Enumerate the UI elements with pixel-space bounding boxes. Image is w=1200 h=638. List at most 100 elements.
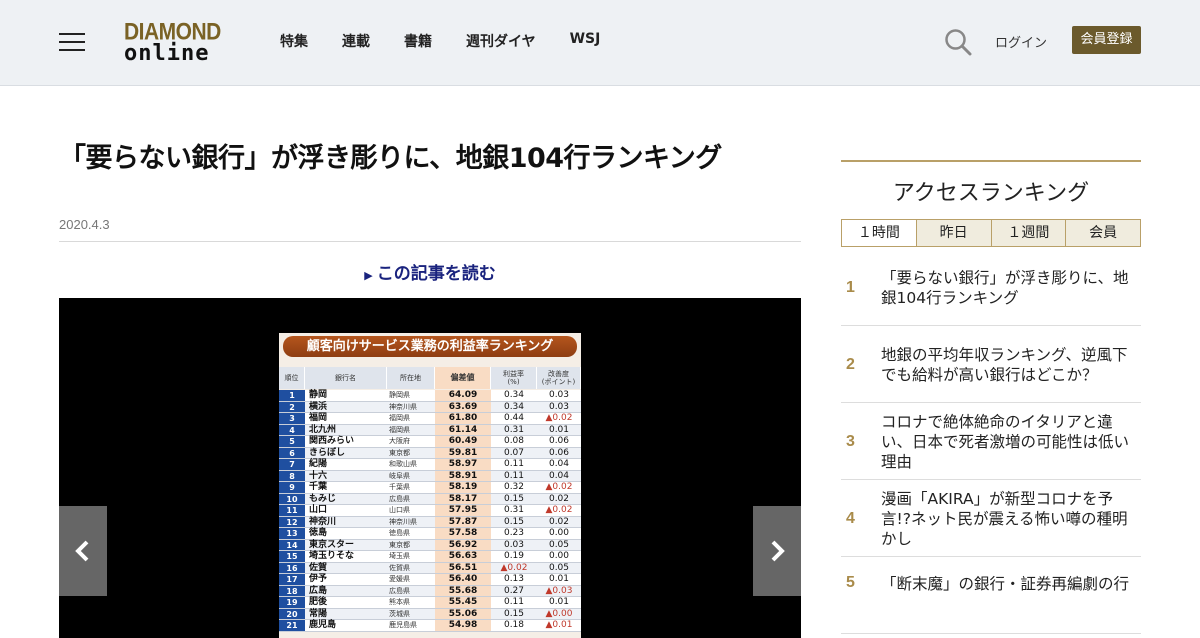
table-row: 14 東京スター 東京都 56.92 0.03 0.05 — [279, 539, 581, 551]
gallery-next-button[interactable] — [753, 506, 801, 596]
tab-members[interactable]: 会員 — [1065, 220, 1140, 246]
table-row: 7 紀陽 和歌山県 58.97 0.11 0.04 — [279, 459, 581, 471]
ranking-table-header: 順位 銀行名 所在地 偏差値 利益率 (%) 改善度 (ポイント) — [279, 367, 581, 389]
row-deviation: 58.97 — [435, 459, 491, 470]
row-pref: 東京都 — [389, 540, 410, 549]
row-rank: 8 — [279, 470, 305, 481]
ranking-item[interactable]: 5 「断末魔」の銀行・証券再編劇の行 — [841, 557, 1141, 634]
row-improvement: 0.02 — [548, 493, 570, 504]
row-rate: 0.15 — [503, 493, 525, 504]
row-bank: 広島 — [309, 585, 328, 596]
ranking-title: アクセスランキング — [892, 181, 1090, 206]
ranking-item[interactable]: 1 「要らない銀行」が浮き彫りに、地銀104行ランキング — [841, 249, 1141, 326]
ranking-link[interactable]: 地銀の平均年収ランキング、逆風下でも給料が高い銀行はどこか？ — [881, 326, 1141, 403]
row-improvement: ▲0.02 — [545, 413, 573, 423]
ranking-item[interactable]: 3 コロナで絶体絶命のイタリアと違い、日本で死者激増の可能性は低い理由 — [841, 403, 1141, 480]
row-bank: 関西みらい — [309, 436, 355, 446]
col-deviation-header: 偏差値 — [435, 367, 491, 389]
row-bank: 十六 — [309, 470, 328, 481]
row-improvement: 0.01 — [548, 574, 570, 584]
row-pref: 神奈川県 — [389, 517, 417, 526]
row-rank: 9 — [279, 482, 305, 493]
row-rank: 10 — [279, 493, 305, 504]
row-bank: 神奈川 — [309, 516, 337, 527]
table-row: 19 肥後 熊本県 55.45 0.11 0.01 — [279, 597, 581, 609]
menu-icon[interactable] — [59, 31, 85, 53]
tab-1-hour[interactable]: １時間 — [842, 220, 916, 246]
site-logo[interactable]: DIAMOND online — [124, 19, 228, 67]
row-bank: 東京スター — [309, 539, 355, 550]
row-rank: 12 — [279, 516, 305, 527]
row-pref: 広島県 — [389, 586, 410, 595]
row-pref: 山口県 — [389, 506, 410, 514]
table-row: 18 広島 広島県 55.68 0.27 ▲0.03 — [279, 585, 581, 597]
ranking-number: 2 — [846, 355, 855, 373]
row-rate: 0.15 — [503, 516, 525, 527]
row-rank: 17 — [279, 574, 305, 585]
nav-feature[interactable]: 特集 — [280, 31, 308, 51]
row-improvement: 0.06 — [548, 436, 570, 446]
ranking-link[interactable]: 漫画「AKIRA」が新型コロナを予言!?ネット民が震える怖い噂の種明かし — [881, 480, 1141, 557]
table-row: 10 もみじ 広島県 58.17 0.15 0.02 — [279, 493, 581, 505]
row-pref: 埼玉県 — [389, 552, 410, 560]
row-rate: 0.27 — [503, 585, 525, 596]
nav-weekly-diamond[interactable]: 週刊ダイヤ — [466, 31, 536, 51]
ranking-link[interactable]: 「断末魔」の銀行・証券再編劇の行 — [881, 557, 1141, 634]
row-bank: 常陽 — [309, 608, 328, 619]
ranking-item[interactable]: 2 地銀の平均年収ランキング、逆風下でも給料が高い銀行はどこか？ — [841, 326, 1141, 403]
ranking-item[interactable]: 4 漫画「AKIRA」が新型コロナを予言!?ネット民が震える怖い噂の種明かし — [841, 480, 1141, 557]
row-improvement: 0.03 — [548, 390, 570, 400]
row-deviation: 58.19 — [435, 482, 491, 493]
nav-books[interactable]: 書籍 — [404, 31, 432, 51]
ranking-number: 4 — [846, 509, 855, 527]
row-pref: 徳島県 — [389, 529, 410, 537]
ranking-link[interactable]: 「要らない銀行」が浮き彫りに、地銀104行ランキング — [881, 249, 1141, 326]
row-rank: 15 — [279, 551, 305, 562]
row-bank: 山口 — [309, 505, 328, 515]
row-rank: 13 — [279, 528, 305, 539]
row-improvement: 0.01 — [548, 597, 570, 607]
row-improvement: 0.02 — [548, 516, 570, 527]
row-rank: 3 — [279, 413, 305, 424]
row-pref: 静岡県 — [389, 391, 410, 399]
table-row: 8 十六 岐阜県 58.91 0.11 0.04 — [279, 470, 581, 482]
row-bank: 徳島 — [309, 528, 328, 538]
table-row: 9 千葉 千葉県 58.19 0.32 ▲0.02 — [279, 482, 581, 494]
ranking-table-image: 顧客向けサービス業務の利益率ランキング 順位 銀行名 所在地 偏差値 利益率 (… — [279, 333, 581, 638]
ranking-tabs: １時間 昨日 １週間 会員 — [841, 219, 1141, 247]
nav-wsj[interactable]: WSJ — [570, 31, 601, 51]
row-improvement: 0.05 — [548, 539, 570, 550]
row-pref: 神奈川県 — [389, 402, 417, 411]
table-row: 13 徳島 徳島県 57.58 0.23 0.00 — [279, 528, 581, 540]
tab-1-week[interactable]: １週間 — [990, 220, 1066, 246]
ranking-link[interactable]: コロナで絶体絶命のイタリアと違い、日本で死者激増の可能性は低い理由 — [881, 403, 1141, 480]
nav-series[interactable]: 連載 — [342, 31, 370, 51]
article-date: 2020.4.3 — [59, 217, 110, 232]
row-deviation: 58.17 — [435, 493, 491, 504]
table-row: 6 きらぼし 東京都 59.81 0.07 0.06 — [279, 447, 581, 459]
register-button[interactable]: 会員登録 — [1072, 26, 1141, 54]
row-pref: 鹿児島県 — [389, 621, 417, 629]
search-icon[interactable] — [944, 28, 972, 56]
row-improvement: ▲0.03 — [545, 585, 573, 596]
tab-yesterday[interactable]: 昨日 — [915, 220, 991, 246]
row-rate: 0.07 — [503, 447, 525, 458]
row-improvement: ▲0.01 — [545, 620, 573, 630]
row-bank: 北九州 — [309, 424, 337, 435]
row-rate: 0.31 — [503, 424, 525, 435]
row-deviation: 63.69 — [435, 401, 491, 412]
ranking-table-body: 1 静岡 静岡県 64.09 0.34 0.03 2 横浜 神奈川県 63.69 0.34 0.03 3… — [279, 390, 581, 632]
row-rank: 16 — [279, 562, 305, 573]
row-rate: 0.18 — [503, 620, 525, 630]
row-pref: 大阪府 — [389, 437, 410, 445]
sidebar-top-rule — [841, 160, 1141, 162]
row-rate: 0.32 — [503, 482, 525, 492]
table-row: 3 福岡 福岡県 61.80 0.44 ▲0.02 — [279, 413, 581, 425]
gallery-prev-button[interactable] — [59, 506, 107, 596]
row-bank: 静岡 — [309, 390, 328, 400]
row-deviation: 57.87 — [435, 516, 491, 527]
table-row: 11 山口 山口県 57.95 0.31 ▲0.02 — [279, 505, 581, 517]
read-article-link[interactable]: ▶ この記事を読む — [59, 259, 801, 284]
chevron-left-icon — [75, 540, 89, 562]
login-link[interactable]: ログイン — [995, 32, 1047, 51]
